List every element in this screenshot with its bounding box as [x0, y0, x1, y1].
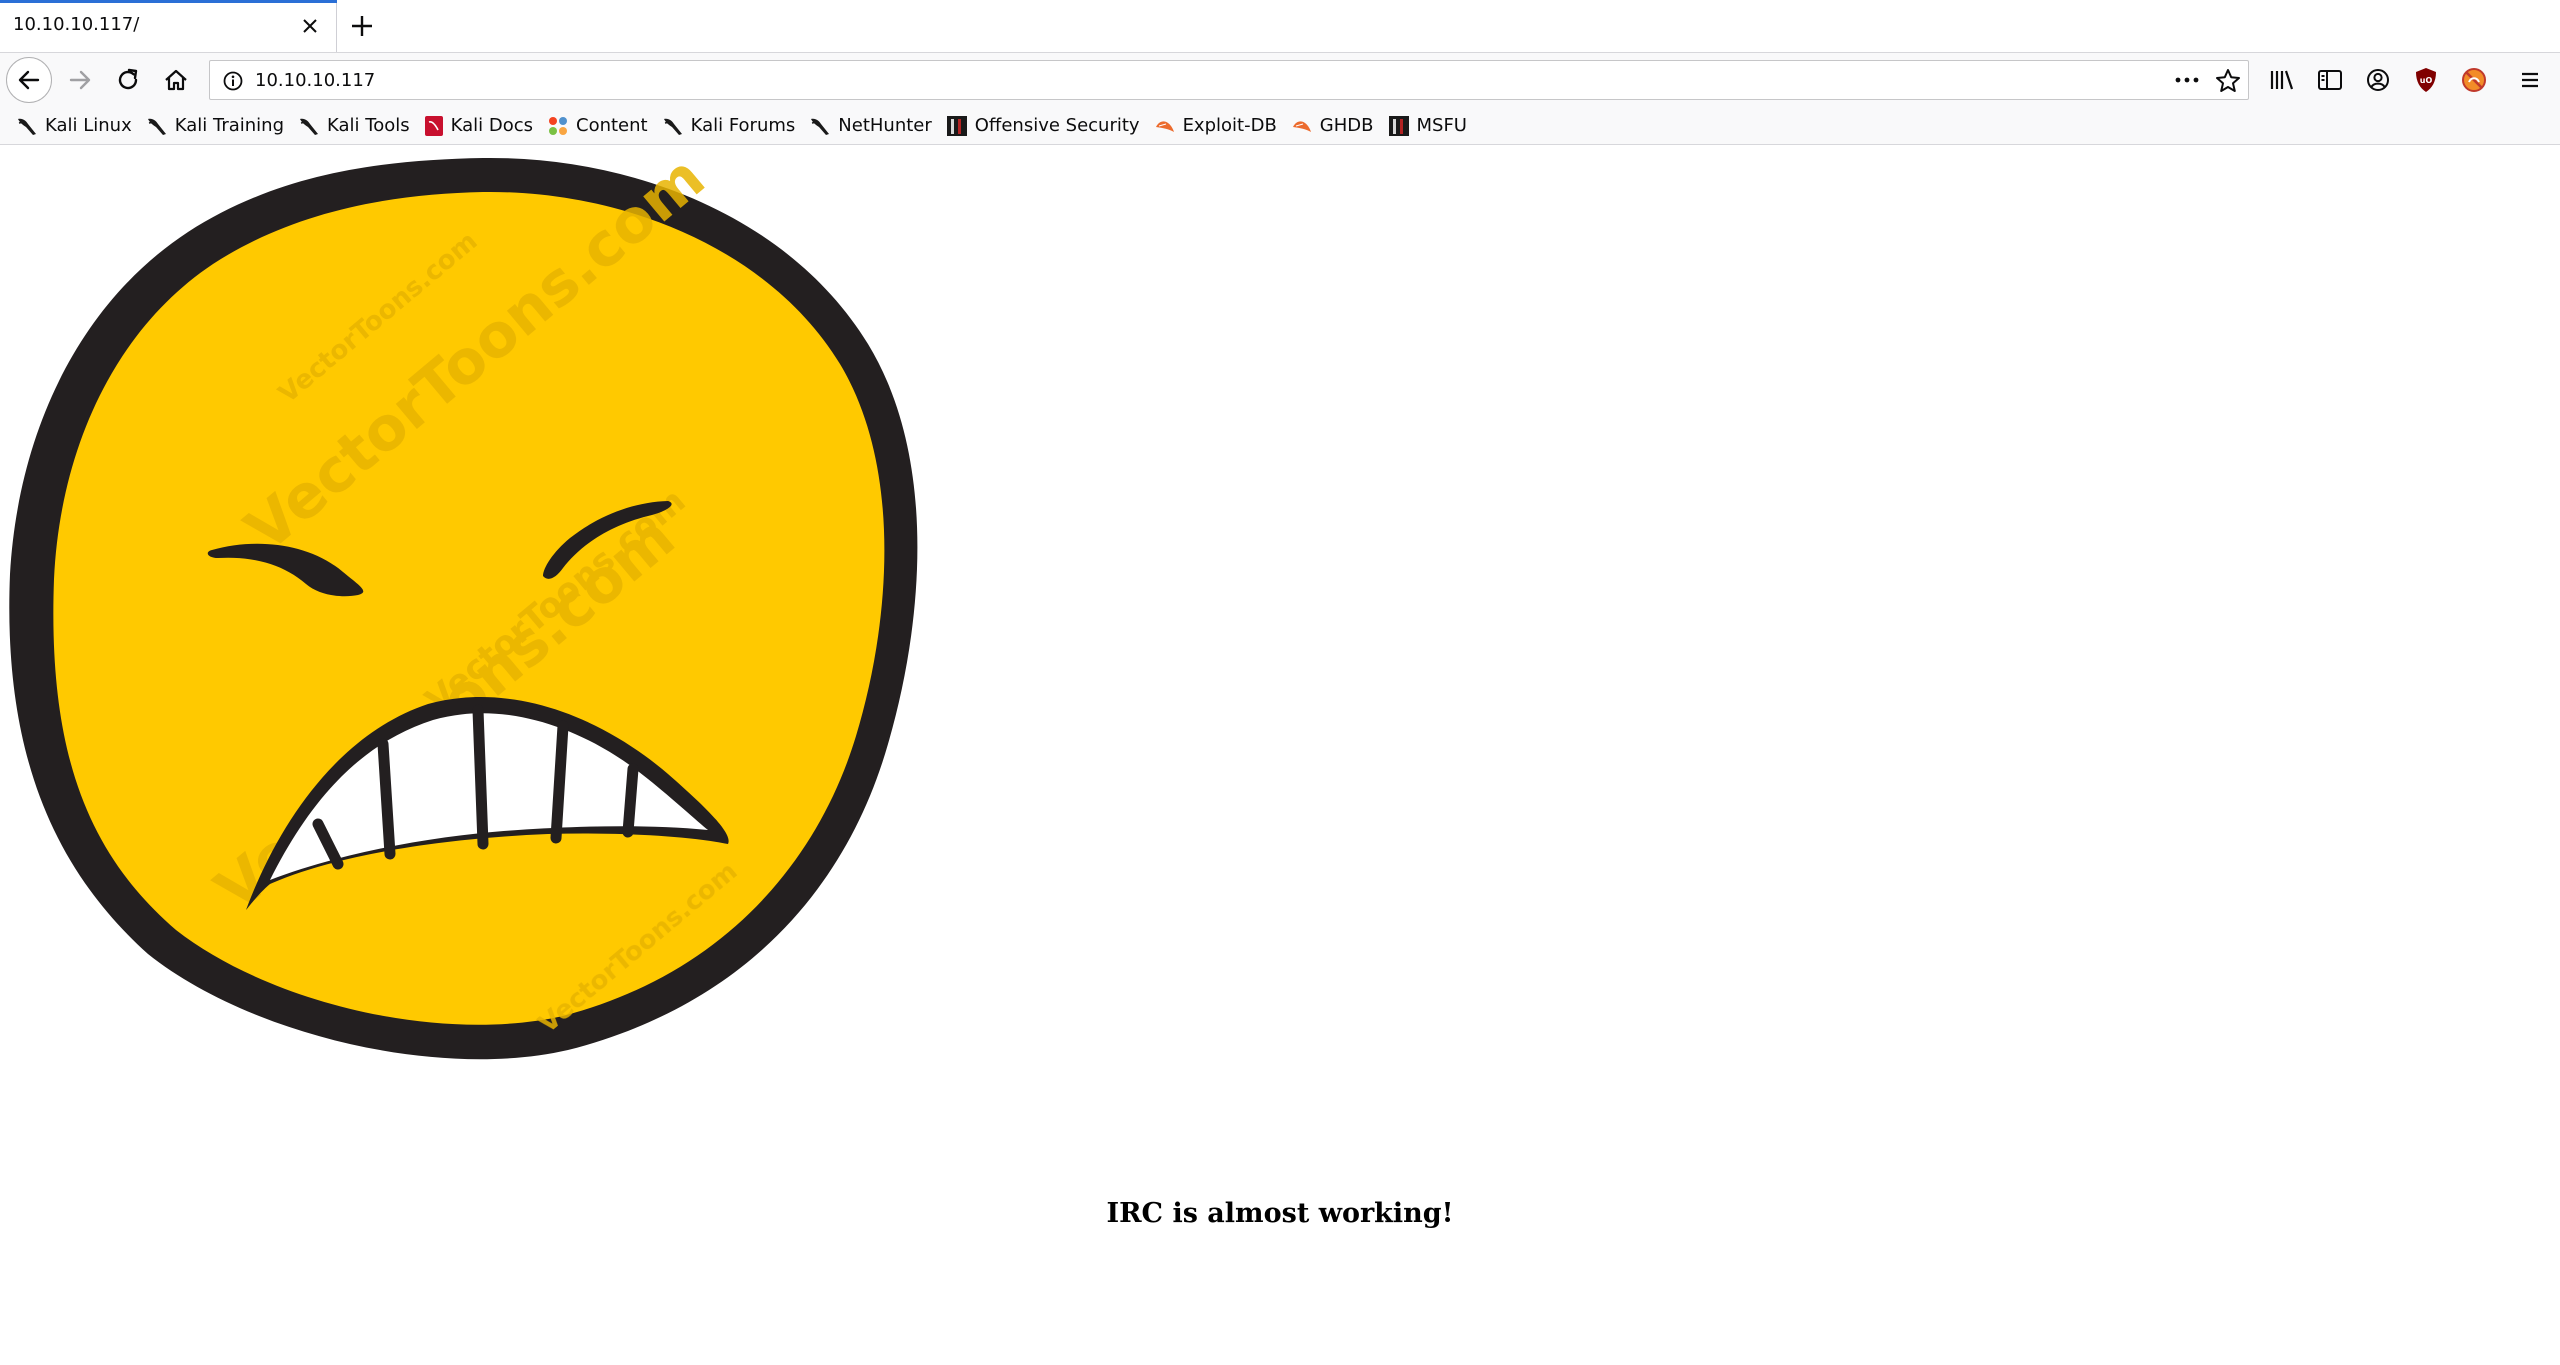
library-button[interactable]: [2258, 53, 2306, 107]
bookmark-label: Kali Linux: [45, 115, 132, 136]
bookmark-label: Kali Tools: [327, 115, 410, 136]
url-bar[interactable]: 10.10.10.117: [209, 60, 2249, 100]
bookmark-label: NetHunter: [838, 115, 932, 136]
navigation-toolbar: 10.10.10.117 uO: [0, 53, 2560, 107]
url-text[interactable]: 10.10.10.117: [255, 70, 375, 91]
info-icon[interactable]: [222, 70, 244, 96]
bookmark-label: Kali Forums: [690, 115, 796, 136]
forward-arrow-icon: [69, 70, 91, 90]
kali-docs-icon: [424, 115, 443, 136]
bookmark-exploit-db[interactable]: Exploit-DB: [1152, 111, 1285, 141]
exploitdb-icon: [1155, 120, 1174, 132]
main-menu-button[interactable]: [2506, 53, 2554, 107]
kali-dragon-icon: [300, 118, 319, 135]
account-icon: [2367, 69, 2389, 91]
bookmark-label: Kali Docs: [450, 115, 533, 136]
svg-text:uO: uO: [2420, 76, 2433, 85]
ublock-icon: uO: [2416, 68, 2436, 92]
home-icon: [165, 69, 187, 91]
tab-title: 10.10.10.117/: [13, 14, 140, 35]
account-button[interactable]: [2354, 53, 2402, 107]
page-heading: IRC is almost working!: [1106, 1198, 1454, 1229]
bookmark-label: Exploit-DB: [1182, 115, 1277, 136]
kali-dragon-icon: [663, 118, 682, 135]
kali-dragon-icon: [18, 118, 36, 135]
sidebar-button[interactable]: [2306, 53, 2354, 107]
bookmark-label: Content: [576, 115, 648, 136]
reload-icon: [118, 68, 138, 90]
back-button[interactable]: [6, 57, 52, 103]
offsec-icon: [1388, 115, 1409, 136]
library-icon: [2270, 70, 2294, 90]
page-content: VectorToons.com VectorToons.com VectorTo…: [0, 146, 2560, 1365]
new-tab-icon[interactable]: [346, 10, 378, 42]
bookmark-offensive-security[interactable]: Offensive Security: [944, 111, 1148, 141]
hamburger-menu-icon: [2522, 72, 2538, 88]
offsec-icon: [946, 115, 967, 136]
bookmark-kali-docs[interactable]: Kali Docs: [422, 111, 541, 141]
bookmark-label: GHDB: [1319, 115, 1374, 136]
extension-button[interactable]: [2450, 53, 2498, 107]
close-tab-icon[interactable]: [296, 12, 324, 40]
home-button[interactable]: [152, 53, 200, 107]
bookmark-label: Offensive Security: [974, 115, 1140, 136]
bookmarks-toolbar: Kali Linux Kali Training Kali Tools Kali…: [0, 107, 2560, 145]
exploitdb-icon: [1292, 120, 1311, 132]
angry-emoji-image: VectorToons.com VectorToons.com VectorTo…: [9, 154, 918, 1060]
bookmark-nethunter[interactable]: NetHunter: [807, 111, 939, 141]
bookmark-kali-tools[interactable]: Kali Tools: [296, 111, 418, 141]
extension-icon: [2462, 68, 2486, 92]
bookmark-ghdb[interactable]: GHDB: [1289, 111, 1382, 141]
bookmark-kali-forums[interactable]: Kali Forums: [660, 111, 804, 141]
tab-active-indicator: [0, 0, 337, 3]
kali-dragon-icon: [147, 118, 166, 135]
bookmark-kali-training[interactable]: Kali Training: [144, 111, 292, 141]
forward-button[interactable]: [56, 53, 104, 107]
bookmark-label: MSFU: [1416, 115, 1467, 136]
sidebar-icon: [2318, 70, 2342, 90]
kali-dragon-icon: [811, 118, 830, 135]
more-actions-icon[interactable]: [2172, 67, 2202, 97]
back-arrow-icon: [18, 70, 40, 90]
reload-button[interactable]: [104, 53, 152, 107]
bookmark-msfu[interactable]: MSFU: [1386, 111, 1475, 141]
bookmark-label: Kali Training: [174, 115, 285, 136]
ublock-button[interactable]: uO: [2402, 53, 2450, 107]
bookmark-kali-linux[interactable]: Kali Linux: [14, 111, 140, 141]
bookmark-star-icon[interactable]: [2214, 67, 2242, 99]
bookmark-content[interactable]: Content: [545, 111, 656, 141]
joomla-icon: [549, 116, 567, 135]
tab-strip: 10.10.10.117/: [0, 0, 2560, 53]
tab-active[interactable]: 10.10.10.117/: [0, 0, 337, 52]
